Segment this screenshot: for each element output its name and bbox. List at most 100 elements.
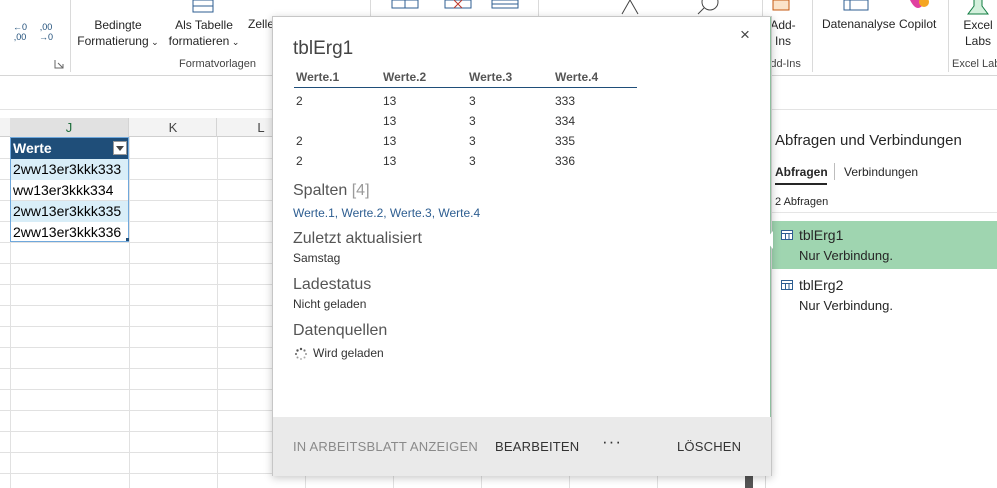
load-status-value: Nicht geladen — [293, 297, 367, 311]
queries-connections-pane: Abfragen und Verbindungen Abfragen Verbi… — [765, 110, 997, 488]
preview-cell: 2 — [296, 154, 303, 168]
insert-cells-icon[interactable] — [391, 0, 421, 12]
conditional-formatting-button[interactable]: Bedingte Formatierung ⌄ — [76, 17, 160, 50]
popup-title: tblErg1 — [293, 38, 354, 59]
load-status-heading: Ladestatus — [293, 276, 372, 293]
pane-title: Abfragen und Verbindungen — [775, 132, 962, 149]
columns-heading: Spalten [4] — [293, 182, 370, 200]
preview-cell: 333 — [555, 94, 576, 108]
preview-cell: 2 — [296, 94, 303, 108]
preview-cell: 3 — [469, 154, 476, 168]
excel-labs-label-2: Labs — [964, 34, 992, 48]
preview-cell: 13 — [383, 134, 397, 148]
chevron-down-icon: ⌄ — [148, 37, 159, 47]
columns-count: [4] — [351, 182, 370, 199]
query-status: Nur Verbindung. — [799, 248, 893, 263]
copilot-icon — [910, 0, 929, 8]
styles-group-label: Formatvorlagen — [179, 58, 257, 70]
preview-cell: 334 — [555, 114, 576, 128]
format-cells-icon[interactable] — [491, 0, 521, 12]
table-cell[interactable]: 2ww13er3kkk336 — [10, 222, 129, 243]
pane-divider — [766, 212, 997, 213]
query-item-tblerg1[interactable]: tblErg1 Nur Verbindung. — [766, 221, 997, 269]
conditional-formatting-label-1: Bedingte — [94, 18, 142, 32]
preview-cell: 336 — [555, 154, 576, 168]
add-ins-label-1: Add- — [770, 18, 796, 32]
increase-decimal-button[interactable]: ←0,00 — [12, 22, 28, 42]
preview-cell: 2 — [296, 134, 303, 148]
sort-filter-icon[interactable] — [614, 0, 644, 16]
chevron-down-icon: ⌄ — [229, 37, 240, 47]
tab-queries[interactable]: Abfragen — [775, 165, 828, 179]
query-name: tblErg2 — [799, 277, 844, 293]
conditional-formatting-label-2: Formatierung — [77, 34, 149, 48]
preview-cell: 13 — [383, 114, 397, 128]
number-group-launcher-icon[interactable] — [54, 59, 64, 69]
column-header-j[interactable]: J — [10, 118, 129, 137]
delete-cells-icon[interactable] — [444, 0, 474, 12]
table-header-cell[interactable]: Werte — [10, 138, 129, 159]
format-as-table-button[interactable]: Als Tabelle formatieren ⌄ — [164, 17, 244, 50]
close-icon[interactable]: × — [735, 25, 755, 45]
preview-cell: 3 — [469, 94, 476, 108]
tab-connections[interactable]: Verbindungen — [844, 165, 918, 179]
table-resize-handle[interactable] — [126, 238, 129, 241]
data-sources-heading: Datenquellen — [293, 322, 388, 339]
excel-labs-icon — [967, 0, 989, 15]
table-cell[interactable]: ww13er3kkk334 — [10, 180, 129, 201]
ribbon-separator — [948, 0, 949, 72]
loading-spinner-icon — [294, 347, 307, 360]
excel-labs-button[interactable]: Excel Labs — [958, 17, 997, 49]
excel-labs-label-1: Excel — [963, 18, 993, 32]
decrease-decimal-button[interactable]: ,00 →0 — [38, 22, 54, 42]
preview-cell: 3 — [469, 134, 476, 148]
last-updated-heading: Zuletzt aktualisiert — [293, 230, 422, 247]
tab-separator — [834, 163, 835, 180]
popup-callout-pointer — [765, 231, 773, 249]
data-analysis-icon — [843, 0, 869, 11]
preview-cell: 13 — [383, 154, 397, 168]
ribbon-separator — [812, 0, 813, 72]
find-select-icon[interactable] — [694, 0, 724, 16]
copilot-button[interactable]: Copilot — [899, 17, 936, 31]
show-in-sheet-button[interactable]: IN ARBEITSBLATT ANZEIGEN — [293, 439, 478, 454]
format-as-table-icon — [192, 0, 214, 13]
columns-label: Spalten — [293, 182, 348, 199]
last-updated-value: Samstag — [293, 251, 341, 265]
query-item-tblerg2[interactable]: tblErg2 Nur Verbindung. — [766, 271, 997, 319]
preview-column-header: Werte.2 — [383, 70, 427, 84]
data-analysis-button[interactable]: Datenanalyse — [822, 17, 895, 31]
excel-labs-group-label: Excel Labs — [952, 58, 997, 70]
add-ins-label-2: Ins — [774, 34, 791, 48]
columns-list: Werte.1, Werte.2, Werte.3, Werte.4 — [293, 206, 481, 220]
gridline — [129, 137, 130, 488]
more-options-icon[interactable]: ··· — [602, 432, 622, 452]
column-header-k[interactable]: K — [130, 118, 217, 137]
popup-footer: IN ARBEITSBLATT ANZEIGEN BEARBEITEN ··· … — [273, 417, 771, 476]
filter-arrow-icon — [116, 146, 124, 151]
format-as-table-label-1: Als Tabelle — [175, 18, 233, 32]
query-preview-popup: tblErg1 × Werte.1 Werte.2 Werte.3 Werte.… — [272, 16, 772, 476]
filter-dropdown-button[interactable] — [113, 141, 127, 155]
preview-header-rule — [294, 87, 637, 88]
preview-column-header: Werte.4 — [555, 70, 599, 84]
delete-button[interactable]: LÖSCHEN — [677, 439, 741, 454]
preview-cell: 13 — [383, 94, 397, 108]
table-header-label: Werte — [13, 140, 52, 156]
active-tab-indicator — [775, 183, 827, 185]
query-status: Nur Verbindung. — [799, 298, 893, 313]
cell-styles-button[interactable]: Zelle — [248, 17, 274, 31]
preview-cell: 335 — [555, 134, 576, 148]
data-sources-value: Wird geladen — [313, 346, 384, 360]
edit-button[interactable]: BEARBEITEN — [495, 439, 579, 454]
ribbon-separator — [70, 0, 71, 72]
query-count: 2 Abfragen — [775, 196, 829, 208]
table-cell[interactable]: 2ww13er3kkk333 — [10, 159, 129, 180]
query-name: tblErg1 — [799, 227, 844, 243]
preview-cell: 3 — [469, 114, 476, 128]
add-ins-icon — [772, 0, 790, 11]
table-cell[interactable]: 2ww13er3kkk335 — [10, 201, 129, 222]
preview-column-header: Werte.3 — [469, 70, 513, 84]
table-icon — [781, 280, 793, 290]
table-icon — [781, 230, 793, 240]
